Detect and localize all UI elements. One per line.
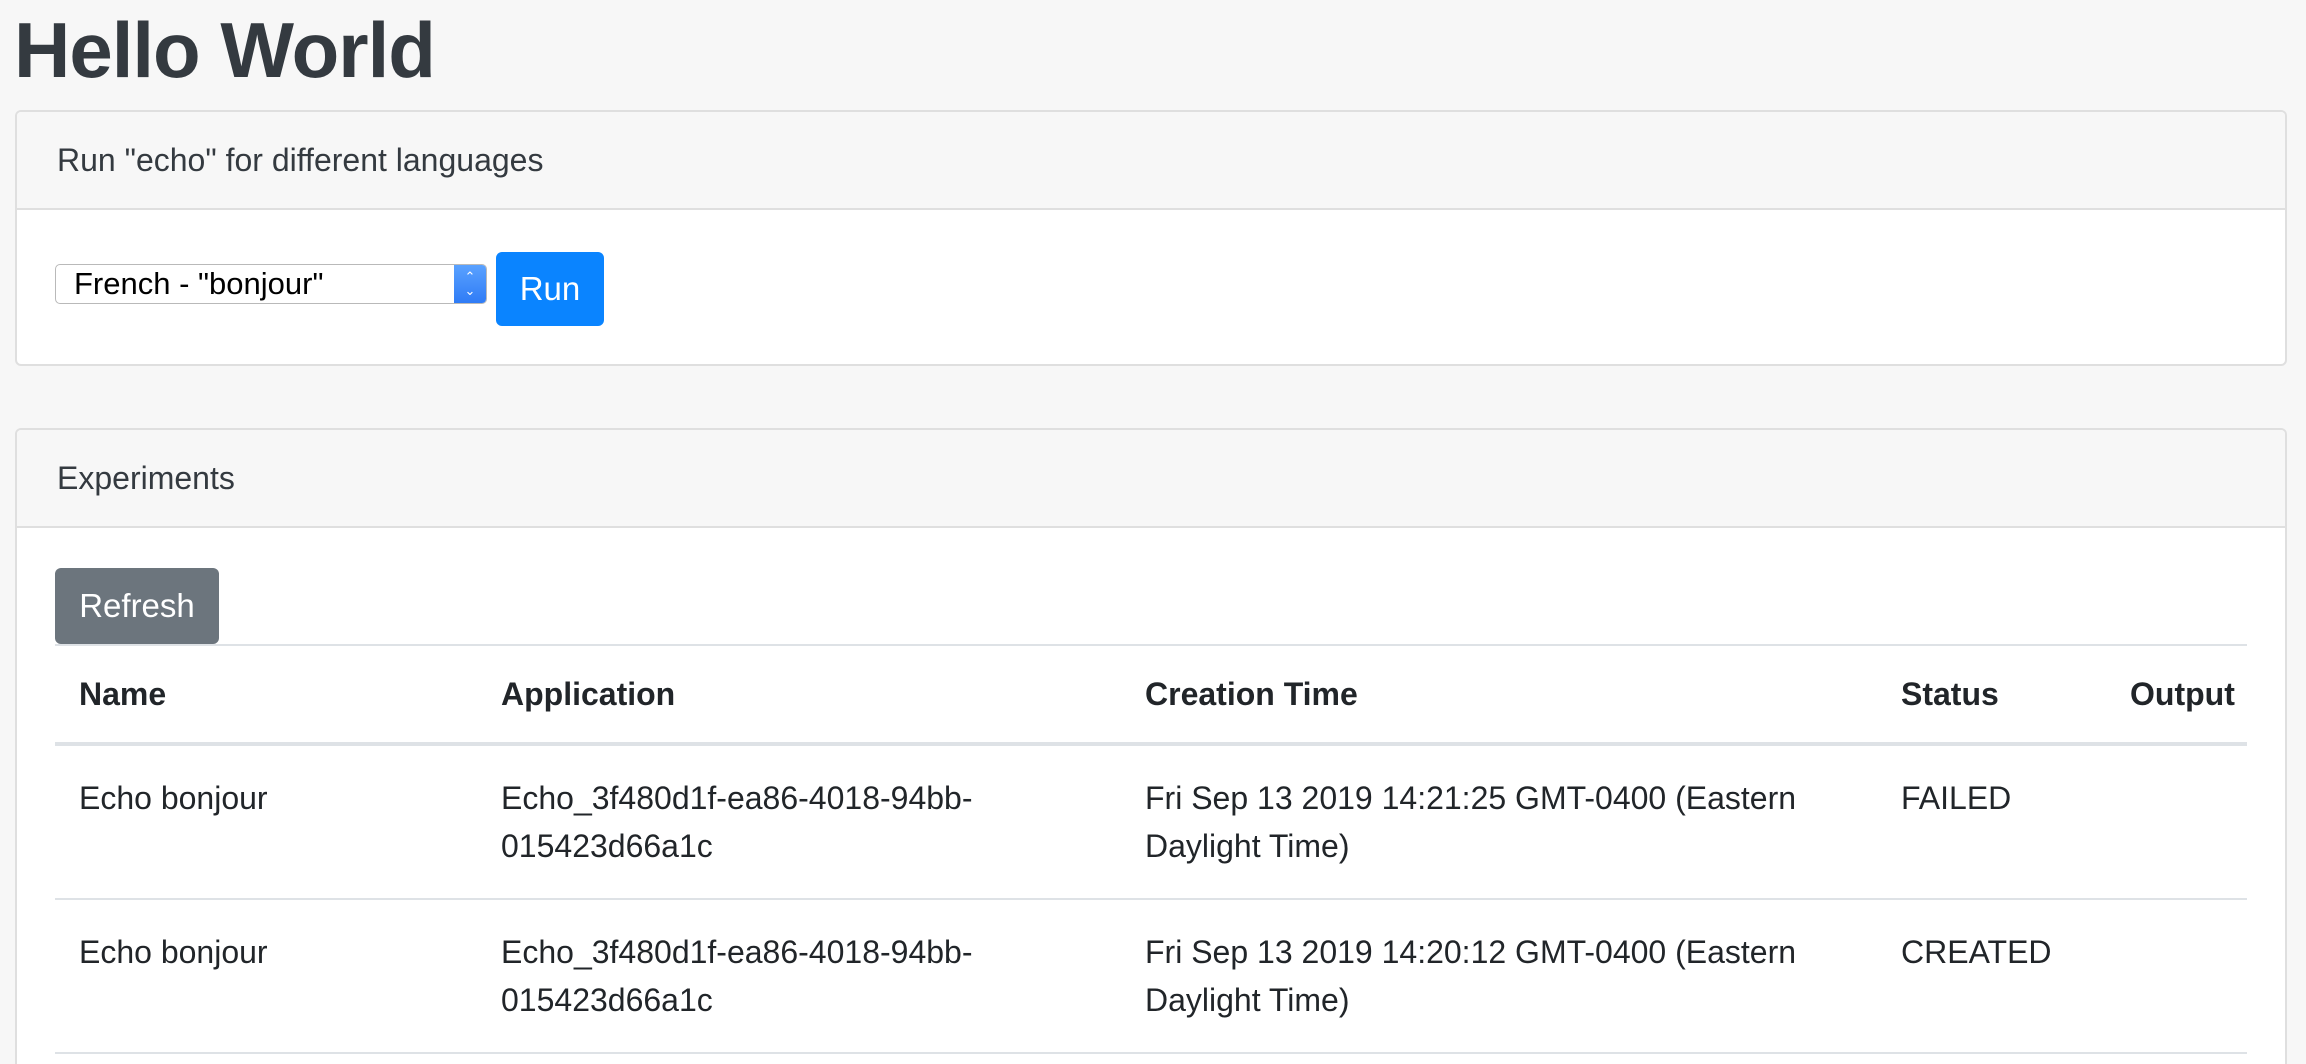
language-select-value: French - "bonjour" (74, 266, 324, 301)
experiments-table: Name Application Creation Time Status Ou… (55, 644, 2247, 1054)
table-header-row: Name Application Creation Time Status Ou… (55, 644, 2247, 746)
table-row: Echo bonjour Echo_3f480d1f-ea86-4018-94b… (55, 744, 2247, 900)
cell-application: Echo_3f480d1f-ea86-4018-94bb-015423d66a1… (477, 899, 1121, 1054)
cell-output (2106, 899, 2247, 1054)
refresh-button[interactable]: Refresh (55, 568, 219, 644)
cell-status: FAILED (1877, 744, 2106, 900)
column-header-name: Name (55, 644, 477, 746)
column-header-application: Application (477, 644, 1121, 746)
run-button[interactable]: Run (496, 252, 604, 326)
cell-status: CREATED (1877, 899, 2106, 1054)
select-arrows-icon: ⌃ ⌄ (454, 265, 486, 303)
experiments-card: Experiments Refresh Name Application Cre… (15, 428, 2287, 1064)
run-echo-card: Run "echo" for different languages Frenc… (15, 110, 2287, 366)
table-row: Echo bonjour Echo_3f480d1f-ea86-4018-94b… (55, 899, 2247, 1054)
run-echo-card-header: Run "echo" for different languages (17, 112, 2285, 210)
cell-name: Echo bonjour (55, 899, 477, 1054)
cell-name: Echo bonjour (55, 744, 477, 900)
cell-creation-time: Fri Sep 13 2019 14:20:12 GMT-0400 (Easte… (1121, 899, 1877, 1054)
column-header-output: Output (2106, 644, 2247, 746)
language-select[interactable]: French - "bonjour" ⌃ ⌄ (55, 264, 487, 304)
cell-creation-time: Fri Sep 13 2019 14:21:25 GMT-0400 (Easte… (1121, 744, 1877, 900)
page: Hello World Run "echo" for different lan… (0, 0, 2306, 1064)
cell-application: Echo_3f480d1f-ea86-4018-94bb-015423d66a1… (477, 744, 1121, 900)
column-header-creation-time: Creation Time (1121, 644, 1877, 746)
page-title: Hello World (14, 6, 436, 94)
experiments-card-header: Experiments (17, 430, 2285, 528)
column-header-status: Status (1877, 644, 2106, 746)
cell-output (2106, 744, 2247, 900)
